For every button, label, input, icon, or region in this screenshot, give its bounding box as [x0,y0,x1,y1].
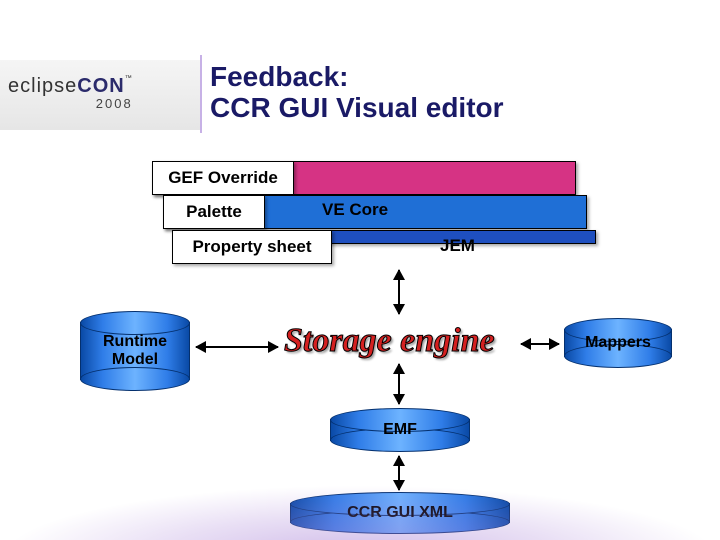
title-line2: CCR GUI Visual editor [210,92,504,123]
box-palette: Palette [163,195,265,229]
slide: eclipseCON™ 2008 Feedback: CCR GUI Visua… [0,0,720,540]
arrow-storage-mappers [521,343,559,345]
label-ve-core: VE Core [322,200,388,220]
header-divider [200,55,202,133]
label-runtime-model: Runtime Model [80,333,190,369]
logo: eclipseCON™ 2008 [8,75,133,111]
footer-swoosh [0,485,720,540]
box-property-sheet: Property sheet [172,230,332,264]
label-emf: EMF [330,421,470,439]
logo-year: 2008 [8,96,133,111]
storage-engine-label: Storage engine [284,322,495,360]
label-mappers: Mappers [564,334,672,352]
arrow-runtime-storage [196,346,278,348]
title-line1: Feedback: [210,61,349,92]
box-gef-override: GEF Override [152,161,294,195]
slide-title: Feedback: CCR GUI Visual editor [210,62,504,124]
arrow-jem-storage [398,270,400,314]
label-jem: JEM [440,236,475,256]
cylinder-emf: EMF [330,408,470,452]
logo-part2: CON [77,75,124,97]
logo-tm: ™ [125,75,133,82]
logo-text: eclipseCON™ [8,75,133,98]
cylinder-runtime-model: Runtime Model [80,311,190,391]
cylinder-mappers: Mappers [564,318,672,368]
logo-part1: eclipse [8,75,77,97]
arrow-storage-emf [398,364,400,404]
